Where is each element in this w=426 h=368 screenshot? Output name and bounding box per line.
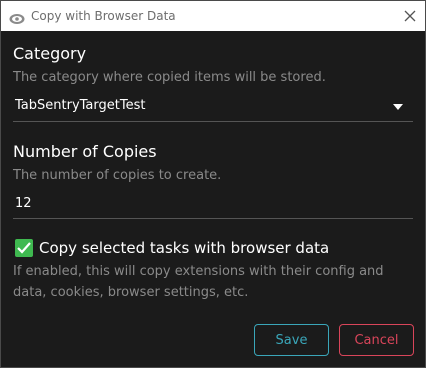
app-logo-icon — [9, 10, 25, 24]
browser-data-label[interactable]: Copy selected tasks with browser data — [39, 239, 329, 257]
copies-value: 12 — [15, 196, 32, 211]
checkmark-icon — [17, 242, 31, 254]
category-underline — [13, 121, 413, 122]
browser-data-help-line2: data, cookies, browser settings, etc. — [13, 285, 249, 300]
copies-help-text: The number of copies to create. — [13, 168, 222, 183]
category-select[interactable]: TabSentryTargetTest — [13, 93, 413, 121]
close-icon — [404, 10, 416, 22]
cancel-button[interactable]: Cancel — [339, 324, 414, 356]
window-title: Copy with Browser Data — [31, 9, 176, 23]
category-value: TabSentryTargetTest — [15, 98, 146, 113]
title-bar: Copy with Browser Data — [1, 1, 425, 31]
copies-heading: Number of Copies — [13, 142, 157, 161]
close-button[interactable] — [395, 1, 425, 31]
category-heading: Category — [13, 44, 87, 63]
save-button[interactable]: Save — [254, 324, 329, 356]
copies-underline — [13, 218, 413, 219]
copies-input[interactable]: 12 — [13, 191, 413, 219]
copy-dialog: Copy with Browser Data Category The cate… — [0, 0, 426, 368]
dropdown-arrow-icon — [393, 104, 403, 110]
browser-data-help-line1: If enabled, this will copy extensions wi… — [13, 264, 384, 279]
browser-data-checkbox[interactable] — [15, 239, 33, 257]
category-help-text: The category where copied items will be … — [13, 70, 326, 85]
